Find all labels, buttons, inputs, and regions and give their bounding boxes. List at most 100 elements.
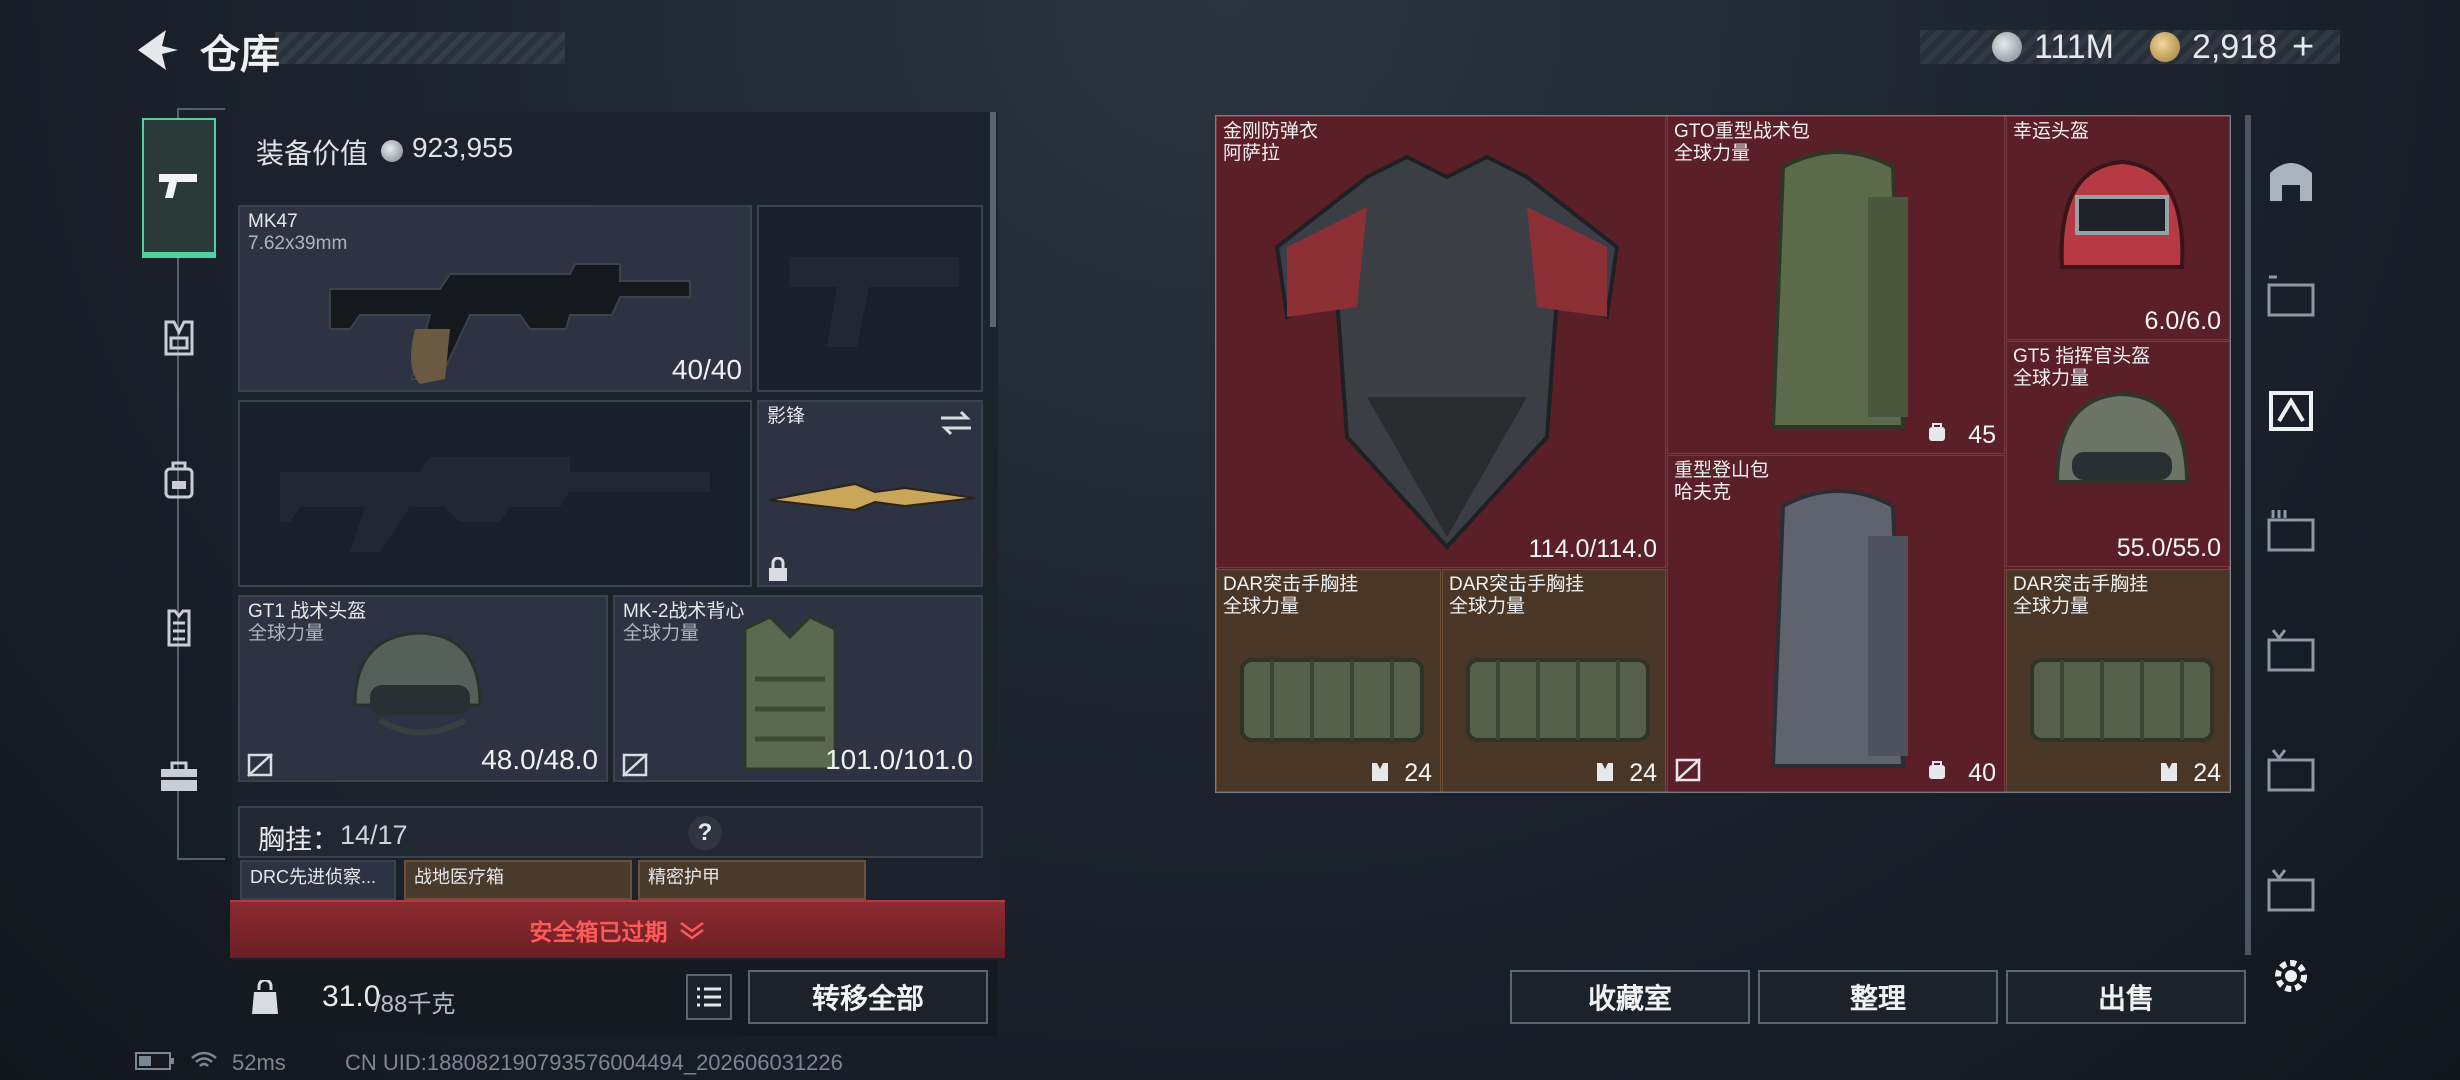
silver-coin-icon	[1992, 32, 2022, 62]
tab-chest-rig[interactable]	[142, 298, 216, 378]
item-capacity: 24	[2193, 759, 2221, 787]
stash-page-4[interactable]	[2255, 490, 2327, 570]
chest-rig-image	[1466, 658, 1650, 742]
gt5-helmet-image	[2054, 391, 2190, 484]
settings-button[interactable]	[2255, 936, 2327, 1016]
back-arrow-icon	[138, 30, 178, 70]
battery-icon	[134, 1050, 176, 1078]
safe-box-expired-banner[interactable]: 安全箱已过期	[230, 900, 1005, 958]
chest-rig-image	[1240, 658, 1424, 742]
stash-item-helmet[interactable]: 幸运头盔 6.0/6.0	[2006, 116, 2230, 340]
insurance-off-icon	[1675, 758, 1701, 782]
add-currency-button[interactable]: +	[2292, 26, 2314, 69]
silver-coin-icon	[381, 140, 403, 162]
chest-rig-image	[2030, 658, 2214, 742]
sort-button[interactable]: 整理	[1758, 970, 1998, 1024]
vest-slot[interactable]: MK-2战术背心 全球力量 101.0/101.0	[613, 595, 983, 782]
stash-item-armor[interactable]: 金刚防弹衣 阿萨拉 114.0/114.0	[1216, 116, 1666, 568]
stash-item-chest-rig[interactable]: DAR突击手胸挂 全球力量 24	[1216, 569, 1441, 792]
weapon-name: MK47	[248, 211, 298, 232]
item-capacity: 24	[1404, 759, 1432, 787]
body-armor-image	[1274, 154, 1620, 550]
wifi-icon	[190, 1050, 218, 1078]
stash-item-helmet[interactable]: GT5 指挥官头盔 全球力量 55.0/55.0	[2006, 341, 2230, 567]
pistol-slot[interactable]	[757, 205, 983, 392]
stash-page-5[interactable]	[2255, 610, 2327, 690]
loadout-scrollbar[interactable]	[990, 112, 996, 327]
weight-value: 31.0	[322, 980, 381, 1013]
tab-armor[interactable]	[142, 588, 216, 668]
stash-page-1[interactable]	[2255, 140, 2327, 220]
gear-icon	[2275, 960, 2307, 992]
collection-room-button[interactable]: 收藏室	[1510, 970, 1750, 1024]
rig-item[interactable]: 战地医疗箱	[404, 860, 632, 900]
melee-name: 影锋	[767, 406, 806, 427]
swap-icon[interactable]	[939, 410, 973, 436]
stash-case-icon	[2267, 510, 2315, 552]
item-durability: 6.0/6.0	[2144, 307, 2221, 335]
helmet-brand: 全球力量	[248, 623, 325, 644]
helmet-durability: 48.0/48.0	[481, 744, 598, 775]
vest-brand: 全球力量	[623, 623, 700, 644]
backpack-capacity-icon	[1929, 423, 1945, 441]
stash-item-chest-rig[interactable]: DAR突击手胸挂 全球力量 24	[1442, 569, 1666, 792]
rig-capacity: 14/17	[340, 820, 408, 850]
helmet-image	[353, 631, 482, 736]
stash-case-icon	[2267, 629, 2315, 672]
rig-label: 胸挂：	[258, 825, 339, 855]
stash-case-icon	[2267, 749, 2315, 792]
rig-item[interactable]: 精密护甲	[638, 860, 866, 900]
stash-page-6[interactable]	[2255, 730, 2327, 810]
vault-icon	[2270, 163, 2312, 201]
insurance-off-icon	[247, 753, 273, 777]
knife-image	[768, 482, 976, 512]
chest-rig-capacity-icon	[1597, 763, 1613, 781]
chevron-down-icon	[679, 921, 704, 940]
stash-item-chest-rig[interactable]: DAR突击手胸挂 全球力量 24	[2006, 569, 2230, 792]
back-button[interactable]	[132, 28, 180, 72]
primary-weapon-slot[interactable]: MK47 7.62x39mm 40/40	[238, 205, 752, 392]
transfer-all-button[interactable]: 转移全部	[748, 970, 988, 1024]
item-durability: 55.0/55.0	[2116, 534, 2221, 562]
equipment-value: 923,955	[412, 132, 514, 163]
stash-item-backpack[interactable]: GTO重型战术包 全球力量 45	[1667, 116, 2005, 454]
vest-name: MK-2战术背心	[623, 601, 745, 622]
stash-page-scrollbar[interactable]	[2245, 115, 2251, 955]
stash-page-7[interactable]	[2255, 850, 2327, 930]
tab-backpack[interactable]	[142, 440, 216, 520]
armor-icon	[167, 609, 191, 647]
tab-toolbox[interactable]	[142, 736, 216, 816]
list-icon	[697, 987, 721, 1007]
sell-button[interactable]: 出售	[2006, 970, 2246, 1024]
melee-slot[interactable]: 影锋	[757, 400, 983, 587]
rifle-silhouette-icon	[280, 457, 710, 552]
page-title: 仓库	[200, 33, 280, 77]
item-durability: 114.0/114.0	[1528, 535, 1657, 563]
stash-page-2[interactable]	[2255, 255, 2327, 335]
stash-case-active-icon	[2269, 391, 2313, 431]
stash-case-icon	[2267, 869, 2315, 912]
toolbox-icon	[161, 761, 197, 791]
stash-item-backpack[interactable]: 重型登山包 哈夫克 40	[1667, 455, 2005, 792]
safe-box-text: 安全箱已过期	[529, 919, 668, 945]
kettlebell-icon	[252, 980, 278, 1014]
chest-rig-bar[interactable]: 胸挂： 14/17 ?	[238, 806, 983, 858]
help-icon[interactable]: ?	[688, 816, 722, 850]
pistol-icon	[159, 174, 197, 198]
backpack-image	[1770, 150, 1908, 429]
lock-icon	[769, 557, 787, 581]
secondary-weapon-slot[interactable]	[238, 400, 752, 587]
chest-rig-capacity-icon	[1372, 763, 1388, 781]
title-stripe	[275, 32, 565, 64]
uid-text: CN UID:1880821907935760044​94_2026060312…	[345, 1050, 843, 1075]
helmet-slot[interactable]: GT1 战术头盔 全球力量 48.0/48.0	[238, 595, 608, 782]
stash-page-3[interactable]	[2255, 370, 2327, 450]
chest-rig-icon	[164, 320, 194, 356]
stash-case-icon	[2267, 275, 2315, 317]
tab-weapons[interactable]	[142, 118, 216, 258]
rig-item[interactable]: DRC先进侦察...	[240, 860, 396, 900]
weapon-ammo: 40/40	[671, 354, 742, 385]
list-view-button[interactable]	[686, 974, 732, 1020]
item-capacity: 40	[1968, 759, 1996, 787]
backpack-icon	[164, 461, 194, 499]
